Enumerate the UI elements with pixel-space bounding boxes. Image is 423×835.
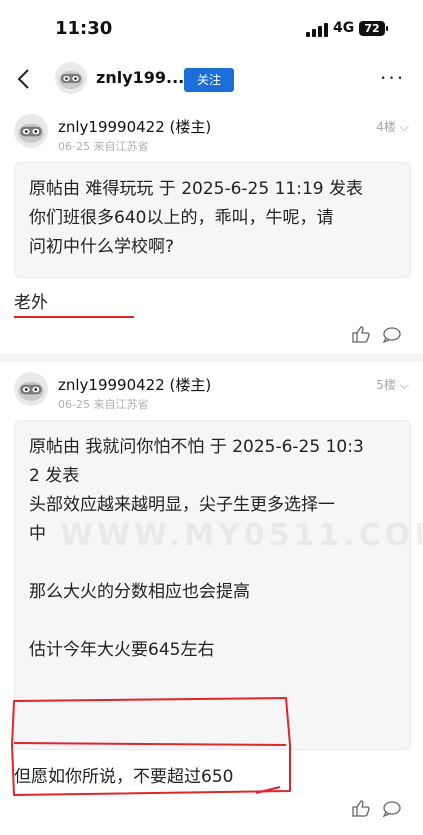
battery-tip — [386, 26, 388, 31]
quote-line: 头部效应越来越明显，尖子生更多选择一 — [29, 495, 335, 515]
signal-icon — [306, 23, 328, 37]
nav-username[interactable]: znly199... — [96, 68, 184, 87]
avatar[interactable] — [14, 114, 48, 148]
post-floor-4: znly19990422 (楼主) 06-25 来自江苏省 4楼 ⌵ 原帖由 难得… — [0, 102, 423, 352]
quote-line — [29, 549, 396, 578]
red-underline-annotation — [14, 316, 134, 318]
quote-line: 问初中什么学校啊? — [29, 237, 175, 257]
quote-line: 原帖由 难得玩玩 于 2025-6-25 11:19 发表 — [29, 179, 363, 199]
post-actions — [352, 800, 401, 818]
red-box-annotation — [11, 697, 291, 796]
status-time: 11:30 — [55, 18, 113, 39]
quote-line: 原帖由 我就问你怕不怕 于 2025-6-25 10:3 — [29, 437, 364, 457]
comment-icon[interactable] — [382, 327, 401, 344]
chevron-down-icon: ⌵ — [399, 120, 409, 134]
quote-line: 2 发表 — [29, 466, 80, 486]
post-meta: 06-25 来自江苏省 — [58, 140, 149, 153]
avatar[interactable] — [55, 62, 87, 94]
nav-bar: znly199... 关注 ··· — [0, 56, 423, 102]
quote-line — [29, 607, 396, 636]
post-username[interactable]: znly19990422 (楼主) — [58, 116, 211, 137]
post-floor-5: znly19990422 (楼主) 06-25 来自江苏省 5楼 ⌵ 原帖由 我就… — [0, 362, 423, 835]
floor-number[interactable]: 4楼 ⌵ — [376, 118, 409, 135]
quote-line: 你们班很多640以上的，乖叫，牛呢，请 — [29, 208, 334, 228]
comment-icon[interactable] — [382, 801, 401, 818]
quote-line: 那么大火的分数相应也会提高 — [29, 582, 250, 602]
floor-label: 5楼 — [376, 378, 396, 392]
like-icon[interactable] — [352, 326, 370, 343]
avatar[interactable] — [14, 372, 48, 406]
reply-text: 老外 — [14, 293, 48, 313]
watermark: WWW.MY0511.COM — [60, 518, 423, 553]
post-meta: 06-25 来自江苏省 — [58, 398, 149, 411]
chevron-down-icon: ⌵ — [399, 378, 409, 392]
battery-icon: 72 — [359, 21, 385, 36]
like-icon[interactable] — [352, 800, 370, 817]
quote-line: 估计今年大火要645左右 — [29, 640, 215, 660]
back-icon[interactable] — [14, 67, 34, 91]
floor-number[interactable]: 5楼 ⌵ — [376, 376, 409, 393]
post-username[interactable]: znly19990422 (楼主) — [58, 374, 211, 395]
floor-label: 4楼 — [376, 120, 396, 134]
follow-button[interactable]: 关注 — [184, 68, 234, 92]
post-divider — [0, 354, 423, 362]
status-bar: 11:30 4G 72 — [0, 0, 423, 56]
quote-box: 原帖由 难得玩玩 于 2025-6-25 11:19 发表 你们班很多640以上… — [14, 162, 411, 278]
network-type: 4G — [333, 20, 355, 36]
post-actions — [352, 326, 401, 344]
more-icon[interactable]: ··· — [380, 66, 405, 90]
